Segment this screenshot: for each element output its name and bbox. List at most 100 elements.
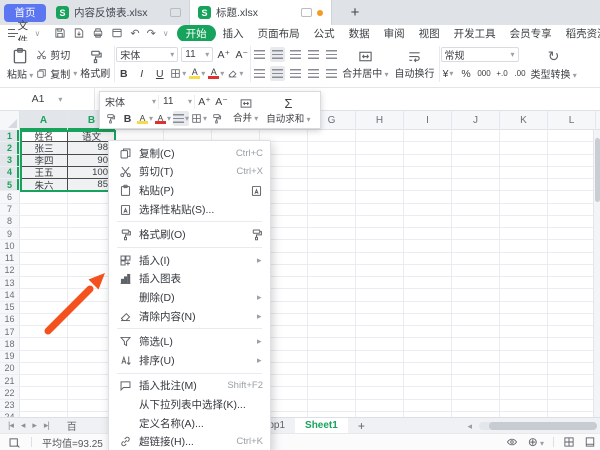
cell-H10[interactable] [356, 240, 404, 252]
column-header-J[interactable]: J [452, 111, 500, 130]
cell-J4[interactable] [452, 167, 500, 179]
ribbon-tab-data[interactable]: 数据 [342, 26, 377, 41]
clear-format-button[interactable]: ▾ [227, 66, 243, 81]
wrap-text-button[interactable]: 自动换行 [392, 43, 438, 85]
cell-I15[interactable] [404, 302, 452, 314]
vertical-scroll-thumb[interactable] [595, 138, 600, 202]
cell-A22[interactable] [20, 387, 68, 399]
mini-font-name-select[interactable]: 宋体▾ [103, 95, 159, 109]
cell-H6[interactable] [356, 191, 404, 203]
cell-H20[interactable] [356, 363, 404, 375]
column-header-H[interactable]: H [356, 111, 404, 130]
last-sheet-icon[interactable]: ▸| [44, 420, 49, 431]
mini-increase-font-button[interactable]: A⁺ [197, 94, 212, 109]
cell-H18[interactable] [356, 338, 404, 350]
menu-item-cut[interactable]: 剪切(T) Ctrl+X [109, 163, 270, 182]
paste-special-icon[interactable] [249, 184, 263, 197]
sheet-tab-sheet1[interactable]: Sheet1 [295, 418, 348, 434]
mini-autosum-button[interactable]: Σ 自动求和 ▾ [262, 94, 314, 126]
cell-A17[interactable] [20, 326, 68, 338]
cell-H12[interactable] [356, 265, 404, 277]
cell-L9[interactable] [548, 228, 596, 240]
cell-I16[interactable] [404, 314, 452, 326]
cell-G7[interactable] [308, 204, 356, 216]
fill-color-button[interactable]: A▾ [189, 66, 205, 81]
cell-L2[interactable] [548, 142, 596, 154]
cell-J15[interactable] [452, 302, 500, 314]
cell-A6[interactable] [20, 191, 68, 203]
row-header-3[interactable]: 3 [0, 155, 20, 167]
cell-G9[interactable] [308, 228, 356, 240]
cell-A9[interactable] [20, 228, 68, 240]
cell-I6[interactable] [404, 191, 452, 203]
menu-item-paste-special[interactable]: 选择性粘贴(S)... [109, 200, 270, 219]
cell-L1[interactable] [548, 130, 596, 142]
redo-icon[interactable]: ↷ [147, 27, 156, 40]
cell-H22[interactable] [356, 387, 404, 399]
name-box[interactable]: A1 ▾ [0, 88, 95, 110]
locate-icon[interactable]: ⊕ ▾ [528, 435, 544, 449]
cell-G17[interactable] [308, 326, 356, 338]
cell-J14[interactable] [452, 289, 500, 301]
mini-fill-color-button[interactable]: A▾ [137, 111, 153, 126]
mini-merge-button[interactable]: 合并 ▾ [229, 94, 262, 126]
cell-I4[interactable] [404, 167, 452, 179]
mini-font-color-button[interactable]: A▾ [155, 111, 171, 126]
cell-J21[interactable] [452, 375, 500, 387]
justify-button[interactable] [306, 66, 321, 81]
cell-I13[interactable] [404, 277, 452, 289]
cell-J5[interactable] [452, 179, 500, 191]
decrease-decimal-button[interactable]: .00 [513, 66, 528, 81]
page-view-icon[interactable] [584, 436, 596, 448]
cell-J10[interactable] [452, 240, 500, 252]
increase-indent-button[interactable] [324, 47, 339, 62]
cell-I19[interactable] [404, 351, 452, 363]
cell-K3[interactable] [500, 155, 548, 167]
cell-J18[interactable] [452, 338, 500, 350]
cell-A8[interactable] [20, 216, 68, 228]
cell-I1[interactable] [404, 130, 452, 142]
cell-A1[interactable]: 姓名 [20, 130, 68, 142]
cell-G3[interactable] [308, 155, 356, 167]
cell-I10[interactable] [404, 240, 452, 252]
menu-item-delete[interactable]: 删除(D) ▸ [109, 288, 270, 307]
cell-K8[interactable] [500, 216, 548, 228]
percent-button[interactable]: % [459, 66, 474, 81]
cell-A11[interactable] [20, 253, 68, 265]
row-header-9[interactable]: 9 [0, 228, 20, 240]
cell-H4[interactable] [356, 167, 404, 179]
menu-item-insert[interactable]: 插入(I) ▸ [109, 251, 270, 270]
cell-L23[interactable] [548, 400, 596, 412]
copy-button[interactable]: 复制▾ [36, 66, 77, 81]
row-header-5[interactable]: 5 [0, 179, 20, 191]
cell-A16[interactable] [20, 314, 68, 326]
cell-G23[interactable] [308, 400, 356, 412]
ribbon-tab-docer[interactable]: 稻壳资源 [559, 26, 600, 41]
cell-H2[interactable] [356, 142, 404, 154]
cell-H14[interactable] [356, 289, 404, 301]
cell-L10[interactable] [548, 240, 596, 252]
bold-button[interactable]: B [116, 66, 131, 81]
normal-view-icon[interactable] [563, 436, 575, 448]
type-convert-button[interactable]: ↻ 类型转换 ▾ [528, 43, 580, 85]
ribbon-tab-formulas[interactable]: 公式 [307, 26, 342, 41]
cell-K14[interactable] [500, 289, 548, 301]
cell-K4[interactable] [500, 167, 548, 179]
cell-L20[interactable] [548, 363, 596, 375]
cell-A7[interactable] [20, 204, 68, 216]
mini-borders-button[interactable]: ▾ [191, 111, 207, 126]
menu-item-insert-comment[interactable]: 插入批注(M) Shift+F2 [109, 377, 270, 396]
cell-I7[interactable] [404, 204, 452, 216]
ribbon-tab-home[interactable]: 开始 [177, 25, 216, 42]
undo-icon[interactable]: ↶ [130, 27, 139, 40]
cell-G10[interactable] [308, 240, 356, 252]
next-sheet-icon[interactable]: ▸ [32, 420, 36, 431]
cell-H15[interactable] [356, 302, 404, 314]
cell-H23[interactable] [356, 400, 404, 412]
cell-J9[interactable] [452, 228, 500, 240]
cell-H17[interactable] [356, 326, 404, 338]
cell-K2[interactable] [500, 142, 548, 154]
cell-J7[interactable] [452, 204, 500, 216]
increase-font-button[interactable]: A⁺ [216, 47, 231, 62]
cell-A20[interactable] [20, 363, 68, 375]
